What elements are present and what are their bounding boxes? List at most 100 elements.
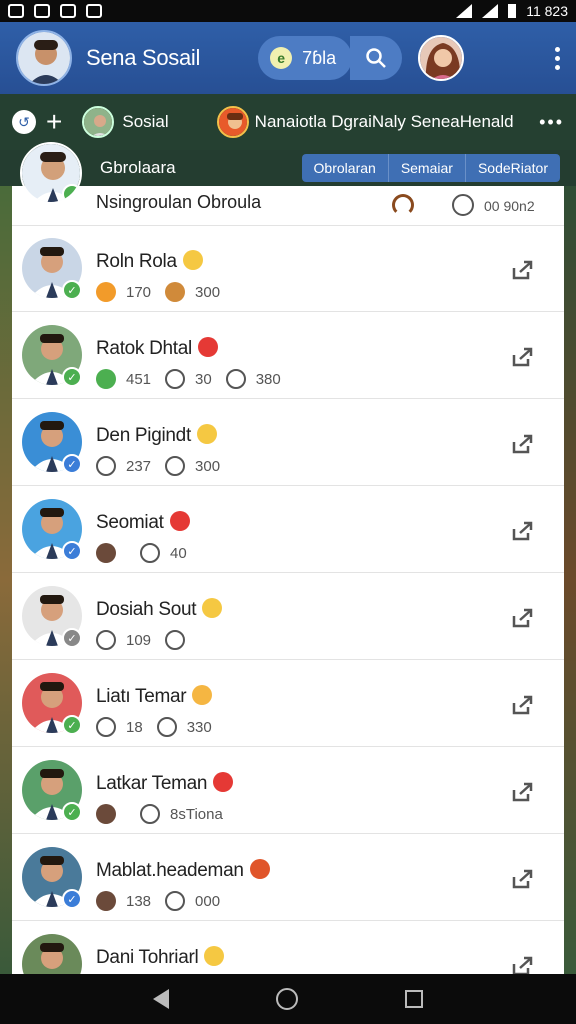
stat-icon [140, 543, 160, 563]
status-badge: ✓ [62, 454, 82, 474]
emoji-icon [196, 424, 217, 444]
stat-icon [96, 891, 116, 911]
stat-icon [96, 717, 116, 737]
stat-value: 300 [195, 283, 221, 301]
points-icon: e [270, 47, 293, 69]
stat-value: 000 [195, 892, 221, 910]
story-avatar[interactable] [82, 106, 115, 138]
status-badge: ✓ [62, 628, 82, 648]
recents-icon[interactable] [404, 990, 423, 1008]
contact-name-text: Liatı Temar [96, 686, 187, 707]
stat-value: 451 [126, 370, 152, 388]
chip-obrolaran[interactable]: Obrolaran [302, 154, 389, 182]
app-title: Sena Sosail [86, 45, 201, 70]
list-item[interactable]: ✓ Dosiah Sout 109 [12, 574, 564, 660]
add-icon[interactable]: + [46, 108, 62, 136]
gallery-icon [8, 4, 24, 18]
group-title: Gbrolaara [100, 158, 176, 177]
story-avatar-2[interactable] [216, 106, 249, 138]
share-icon[interactable] [512, 260, 534, 280]
list-item[interactable]: ✓ Latkar Teman 8sTiona [12, 748, 564, 834]
search-button[interactable] [350, 36, 403, 80]
system-nav-bar [0, 974, 576, 1024]
app-logo-avatar[interactable] [16, 30, 72, 86]
chat-icon[interactable] [452, 194, 474, 216]
story-more-icon[interactable]: ••• [539, 112, 564, 133]
contact-name-text: Roln Rola [96, 251, 177, 272]
search-icon [366, 48, 387, 68]
status-badge: ✓ [62, 367, 82, 387]
list-item[interactable]: Nsingroulan Obroula 00 90n2 [12, 186, 564, 226]
group-avatar[interactable] [20, 142, 82, 204]
contact-name-text: Latkar Teman [96, 773, 208, 794]
list-item[interactable]: ✓ Seomiat 40 [12, 487, 564, 573]
share-icon[interactable] [512, 347, 534, 367]
emoji-icon [192, 685, 213, 705]
contact-name-text: Den Pigindt [96, 425, 191, 446]
stat-icon [165, 891, 186, 911]
stats-row: 237 300 [96, 456, 234, 476]
share-icon[interactable] [512, 869, 534, 889]
chat-list[interactable]: Nsingroulan Obroula 00 90n2 ✓ Roln Rola 17… [12, 186, 564, 974]
list-item[interactable]: ✓Dani Tohriarl [12, 922, 564, 974]
clock: 11 823 [526, 3, 568, 19]
status-icon [392, 194, 414, 216]
list-item[interactable]: ✓ Den Pigindt 237 300 [12, 400, 564, 486]
stats-row: 170 300 [96, 282, 234, 302]
status-badge: ✓ [62, 802, 82, 822]
stats-row: 138 000 [96, 891, 234, 911]
chip-soderiator[interactable]: SodeRiator [466, 154, 560, 182]
stat-icon [96, 630, 116, 650]
share-icon[interactable] [512, 956, 534, 974]
battery-icon [508, 4, 517, 18]
stat-icon [165, 369, 186, 389]
back-icon[interactable] [153, 989, 170, 1009]
share-icon[interactable] [512, 608, 534, 628]
contact-name-text: Mablat.heademan [96, 860, 244, 881]
home-icon[interactable] [275, 988, 298, 1010]
background-edge-left [0, 186, 12, 974]
stat-icon [96, 543, 116, 563]
stat-value: 109 [126, 631, 152, 649]
list-item[interactable]: ✓ Ratok Dhtal 451 30 380 [12, 313, 564, 399]
refresh-icon[interactable]: ↺ [12, 110, 36, 134]
contact-name: Roln Rola [96, 250, 203, 273]
contact-avatar[interactable] [22, 934, 82, 974]
profile-avatar[interactable] [418, 35, 465, 81]
stat-value: 18 [126, 718, 143, 736]
stats-row: 40 [96, 543, 201, 563]
stats-row: 8sTiona [96, 804, 237, 824]
stats-row: 18 330 [96, 717, 226, 737]
stat-value: 330 [186, 718, 212, 736]
story-label-2[interactable]: Nanaiotla DgraiNaly SeneaHenald [255, 112, 514, 132]
list-item[interactable]: ✓ Liatı Temar 18 330 [12, 661, 564, 747]
overflow-menu-button[interactable] [555, 46, 560, 70]
story-label[interactable]: Sosial [122, 112, 168, 132]
emoji-icon [204, 946, 225, 966]
stat-value: 8sTiona [170, 805, 223, 823]
stat-icon [96, 282, 116, 302]
list-item[interactable]: ✓ Mablat.heademan 138 000 [12, 835, 564, 921]
contact-name: Mablat.heademan [96, 859, 270, 882]
share-icon[interactable] [512, 434, 534, 454]
status-badge: ✓ [62, 889, 82, 909]
points-pill[interactable]: e 7ɓla [258, 36, 353, 80]
chip-semaiar[interactable]: Semaiar [389, 154, 466, 182]
stat-value: 40 [170, 544, 187, 562]
share-icon[interactable] [512, 782, 534, 802]
status-badge: ✓ [62, 715, 82, 735]
contact-name: Dosiah Sout [96, 598, 223, 621]
stat-icon [165, 630, 186, 650]
emoji-icon [213, 772, 234, 792]
emoji-icon [249, 859, 270, 879]
stat-value: 30 [195, 370, 212, 388]
photo-notification-icon [60, 4, 76, 18]
stat-value: 138 [126, 892, 152, 910]
emoji-icon [202, 598, 223, 618]
list-item[interactable]: ✓ Roln Rola 170 300 [12, 226, 564, 312]
share-icon[interactable] [512, 695, 534, 715]
points-value: 7ɓla [302, 47, 337, 68]
background-edge-right [564, 186, 576, 974]
share-icon[interactable] [512, 521, 534, 541]
stat-value: 00 90n2 [484, 198, 535, 214]
